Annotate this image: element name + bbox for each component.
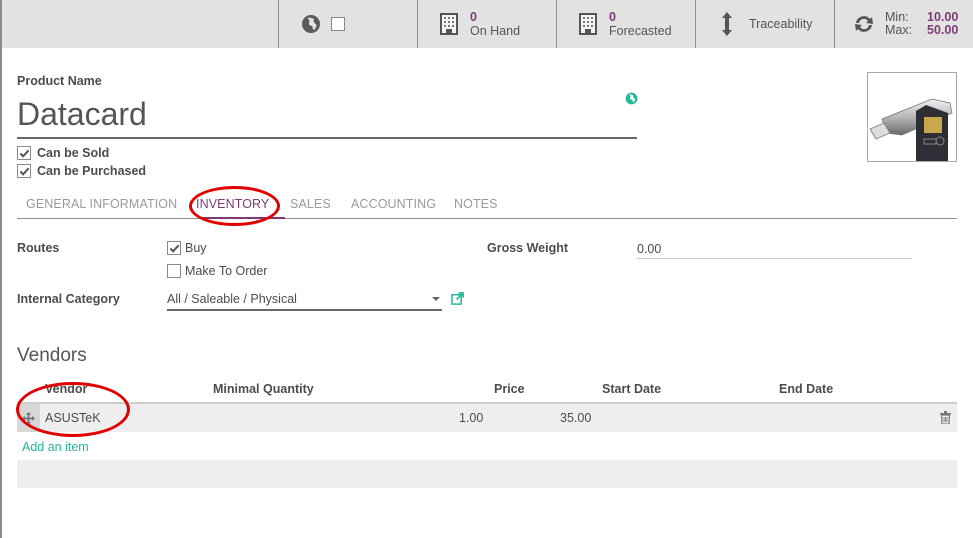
gross-weight-input[interactable]: 0.00: [637, 242, 912, 259]
reordering-rules-button[interactable]: Min: 10.00 Max: 50.00: [834, 0, 973, 48]
vertical-arrows-icon: [721, 12, 733, 36]
column-minimal-quantity[interactable]: Minimal Quantity: [213, 382, 314, 396]
route-buy-label: Buy: [185, 241, 207, 255]
forecasted-label: Forecasted: [609, 24, 672, 38]
tab-accounting[interactable]: ACCOUNTING: [351, 197, 436, 211]
building-icon: [579, 13, 597, 35]
external-link-icon[interactable]: [451, 292, 464, 308]
forecasted-button[interactable]: 0 Forecasted: [556, 0, 695, 48]
vendor-price: 35.00: [560, 411, 592, 425]
routes-label: Routes: [17, 241, 60, 255]
route-mto-checkbox[interactable]: [167, 264, 181, 278]
route-mto-label: Make To Order: [185, 264, 268, 278]
product-name-input[interactable]: Datacard: [17, 94, 637, 139]
vendor-min-qty: 1.00: [459, 411, 484, 425]
annotation-circle-vendor: [16, 382, 130, 437]
add-an-item-link[interactable]: Add an item: [22, 440, 89, 454]
caret-down-icon[interactable]: [432, 297, 440, 301]
usb-datacard-image: [869, 98, 953, 161]
refresh-icon: [853, 14, 875, 34]
max-value: 50.00: [927, 23, 959, 37]
active-checkbox[interactable]: [331, 17, 345, 31]
product-name-label: Product Name: [17, 74, 102, 88]
checkmark-icon: [169, 244, 179, 253]
max-label: Max:: [885, 23, 913, 37]
vendors-table-header: Vendor Minimal Quantity Price Start Date…: [17, 380, 957, 404]
column-end-date[interactable]: End Date: [779, 382, 833, 396]
internal-category-label: Internal Category: [17, 292, 120, 306]
tab-general-information[interactable]: GENERAL INFORMATION: [26, 197, 177, 211]
forecasted-value: 0: [609, 10, 616, 24]
internal-category-select[interactable]: All / Saleable / Physical: [167, 292, 442, 311]
left-border: [0, 0, 2, 538]
column-price[interactable]: Price: [494, 382, 525, 396]
vendors-table-footer: [17, 460, 957, 488]
checkmark-icon: [19, 167, 29, 176]
can-be-purchased-checkbox[interactable]: [17, 164, 31, 178]
active-toggle-button[interactable]: [278, 0, 417, 48]
can-be-purchased-label: Can be Purchased: [37, 164, 147, 178]
on-hand-label: On Hand: [470, 24, 521, 38]
gross-weight-label: Gross Weight: [487, 241, 569, 255]
translate-globe-icon[interactable]: [625, 92, 638, 108]
checkmark-icon: [19, 149, 29, 158]
route-buy[interactable]: Buy: [167, 241, 207, 255]
traceability-button[interactable]: Traceability: [695, 0, 834, 48]
column-start-date[interactable]: Start Date: [602, 382, 661, 396]
can-be-sold-label: Can be Sold: [37, 146, 110, 160]
annotation-circle-inventory: [189, 186, 280, 226]
building-icon: [440, 13, 458, 35]
on-hand-value: 0: [470, 10, 477, 24]
internal-category-value: All / Saleable / Physical: [167, 292, 297, 306]
can-be-purchased-row[interactable]: Can be Purchased: [17, 164, 146, 178]
tab-sales[interactable]: SALES: [290, 197, 331, 211]
product-image[interactable]: [867, 72, 957, 162]
can-be-sold-checkbox[interactable]: [17, 146, 31, 160]
traceability-label: Traceability: [749, 17, 813, 31]
button-box: 0 On Hand 0 Forecasted Traceability Min:…: [2, 0, 973, 48]
globe-icon: [301, 14, 321, 34]
route-make-to-order[interactable]: Make To Order: [167, 264, 267, 278]
notebook-tabs: GENERAL INFORMATION INVENTORY SALES ACCO…: [17, 190, 957, 219]
can-be-sold-row[interactable]: Can be Sold: [17, 146, 109, 160]
table-row[interactable]: ASUSTeK 1.00 35.00: [17, 404, 957, 432]
on-hand-button[interactable]: 0 On Hand: [417, 0, 556, 48]
vendors-section-title: Vendors: [17, 345, 87, 366]
tab-notes[interactable]: NOTES: [454, 197, 498, 211]
trash-icon[interactable]: [940, 411, 951, 427]
route-buy-checkbox[interactable]: [167, 241, 181, 255]
